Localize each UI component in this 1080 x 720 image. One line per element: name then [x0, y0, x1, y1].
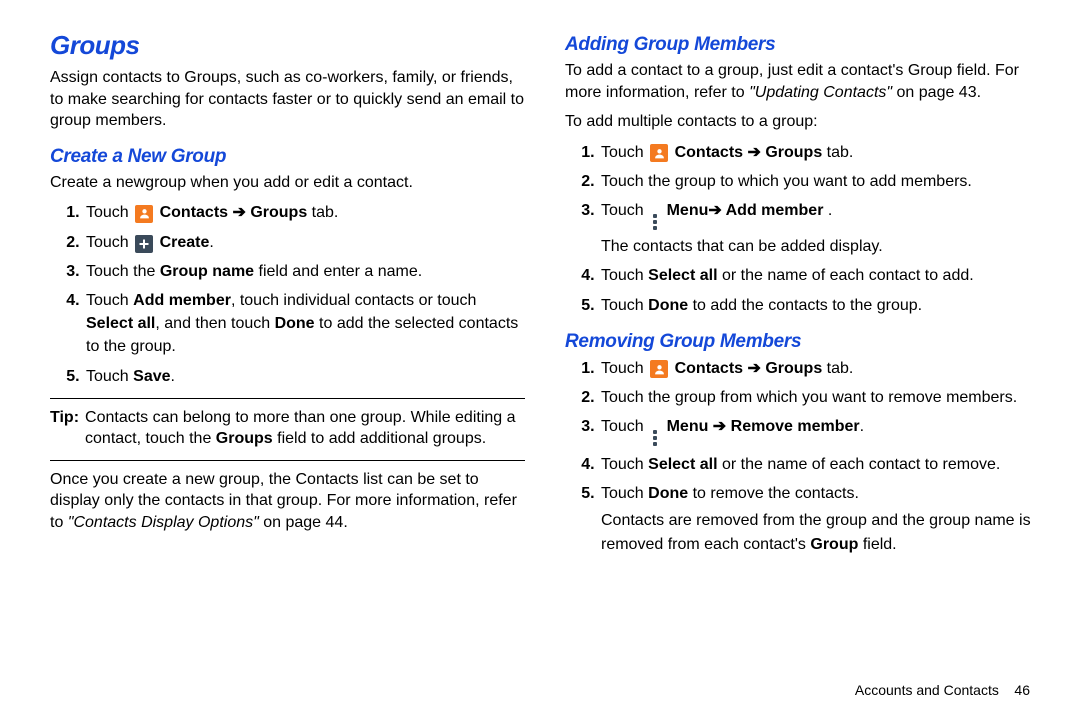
tip-label: Tip: [50, 407, 79, 450]
left-column: Groups Assign contacts to Groups, such a… [50, 30, 525, 700]
after-create-paragraph: Once you create a new group, the Contact… [50, 469, 525, 534]
divider [50, 398, 525, 399]
adding-intro: To add a contact to a group, just edit a… [565, 60, 1040, 103]
add-step-1: Touch Contacts ➔ Groups tab. [599, 141, 1040, 164]
contacts-icon [650, 144, 668, 162]
add-step-2: Touch the group to which you want to add… [599, 170, 1040, 193]
add-step-4: Touch Select all or the name of each con… [599, 264, 1040, 287]
adding-multi-intro: To add multiple contacts to a group: [565, 111, 1040, 133]
footer-page-number: 46 [1014, 682, 1030, 698]
create-steps-list: Touch Contacts ➔ Groups tab. Touch Creat… [50, 201, 525, 387]
create-step-4: Touch Add member, touch individual conta… [84, 289, 525, 359]
create-group-heading: Create a New Group [50, 146, 525, 168]
create-step-5: Touch Save. [84, 365, 525, 388]
divider [50, 460, 525, 461]
right-column: Adding Group Members To add a contact to… [565, 30, 1040, 700]
page-footer: Accounts and Contacts 46 [855, 682, 1030, 698]
removing-members-heading: Removing Group Members [565, 331, 1040, 353]
add-step-5: Touch Done to add the contacts to the gr… [599, 294, 1040, 317]
add-step-3-note: The contacts that can be added display. [601, 235, 1040, 258]
rem-step-4: Touch Select all or the name of each con… [599, 453, 1040, 476]
tip-body: Contacts can belong to more than one gro… [85, 407, 525, 450]
tip-block: Tip: Contacts can belong to more than on… [50, 407, 525, 450]
rem-step-5: Touch Done to remove the contacts. Conta… [599, 482, 1040, 556]
create-step-2: Touch Create. [84, 231, 525, 254]
rem-step-3: Touch Menu ➔ Remove member. [599, 415, 1040, 447]
groups-intro: Assign contacts to Groups, such as co-wo… [50, 67, 525, 132]
menu-icon [650, 213, 660, 231]
add-step-3: Touch Menu➔ Add member . The contacts th… [599, 199, 1040, 258]
menu-icon [650, 429, 660, 447]
groups-heading: Groups [50, 30, 525, 61]
contacts-icon [650, 360, 668, 378]
create-step-1: Touch Contacts ➔ Groups tab. [84, 201, 525, 224]
footer-section: Accounts and Contacts [855, 682, 999, 698]
create-step-3: Touch the Group name field and enter a n… [84, 260, 525, 283]
manual-page: Groups Assign contacts to Groups, such a… [0, 0, 1080, 720]
add-steps-list: Touch Contacts ➔ Groups tab. Touch the g… [565, 141, 1040, 317]
remove-steps-list: Touch Contacts ➔ Groups tab. Touch the g… [565, 357, 1040, 556]
create-group-intro: Create a newgroup when you add or edit a… [50, 172, 525, 194]
rem-step-2: Touch the group from which you want to r… [599, 386, 1040, 409]
contacts-icon [135, 205, 153, 223]
plus-icon [135, 235, 153, 253]
rem-step-1: Touch Contacts ➔ Groups tab. [599, 357, 1040, 380]
rem-tail: Contacts are removed from the group and … [601, 509, 1040, 555]
adding-members-heading: Adding Group Members [565, 34, 1040, 56]
